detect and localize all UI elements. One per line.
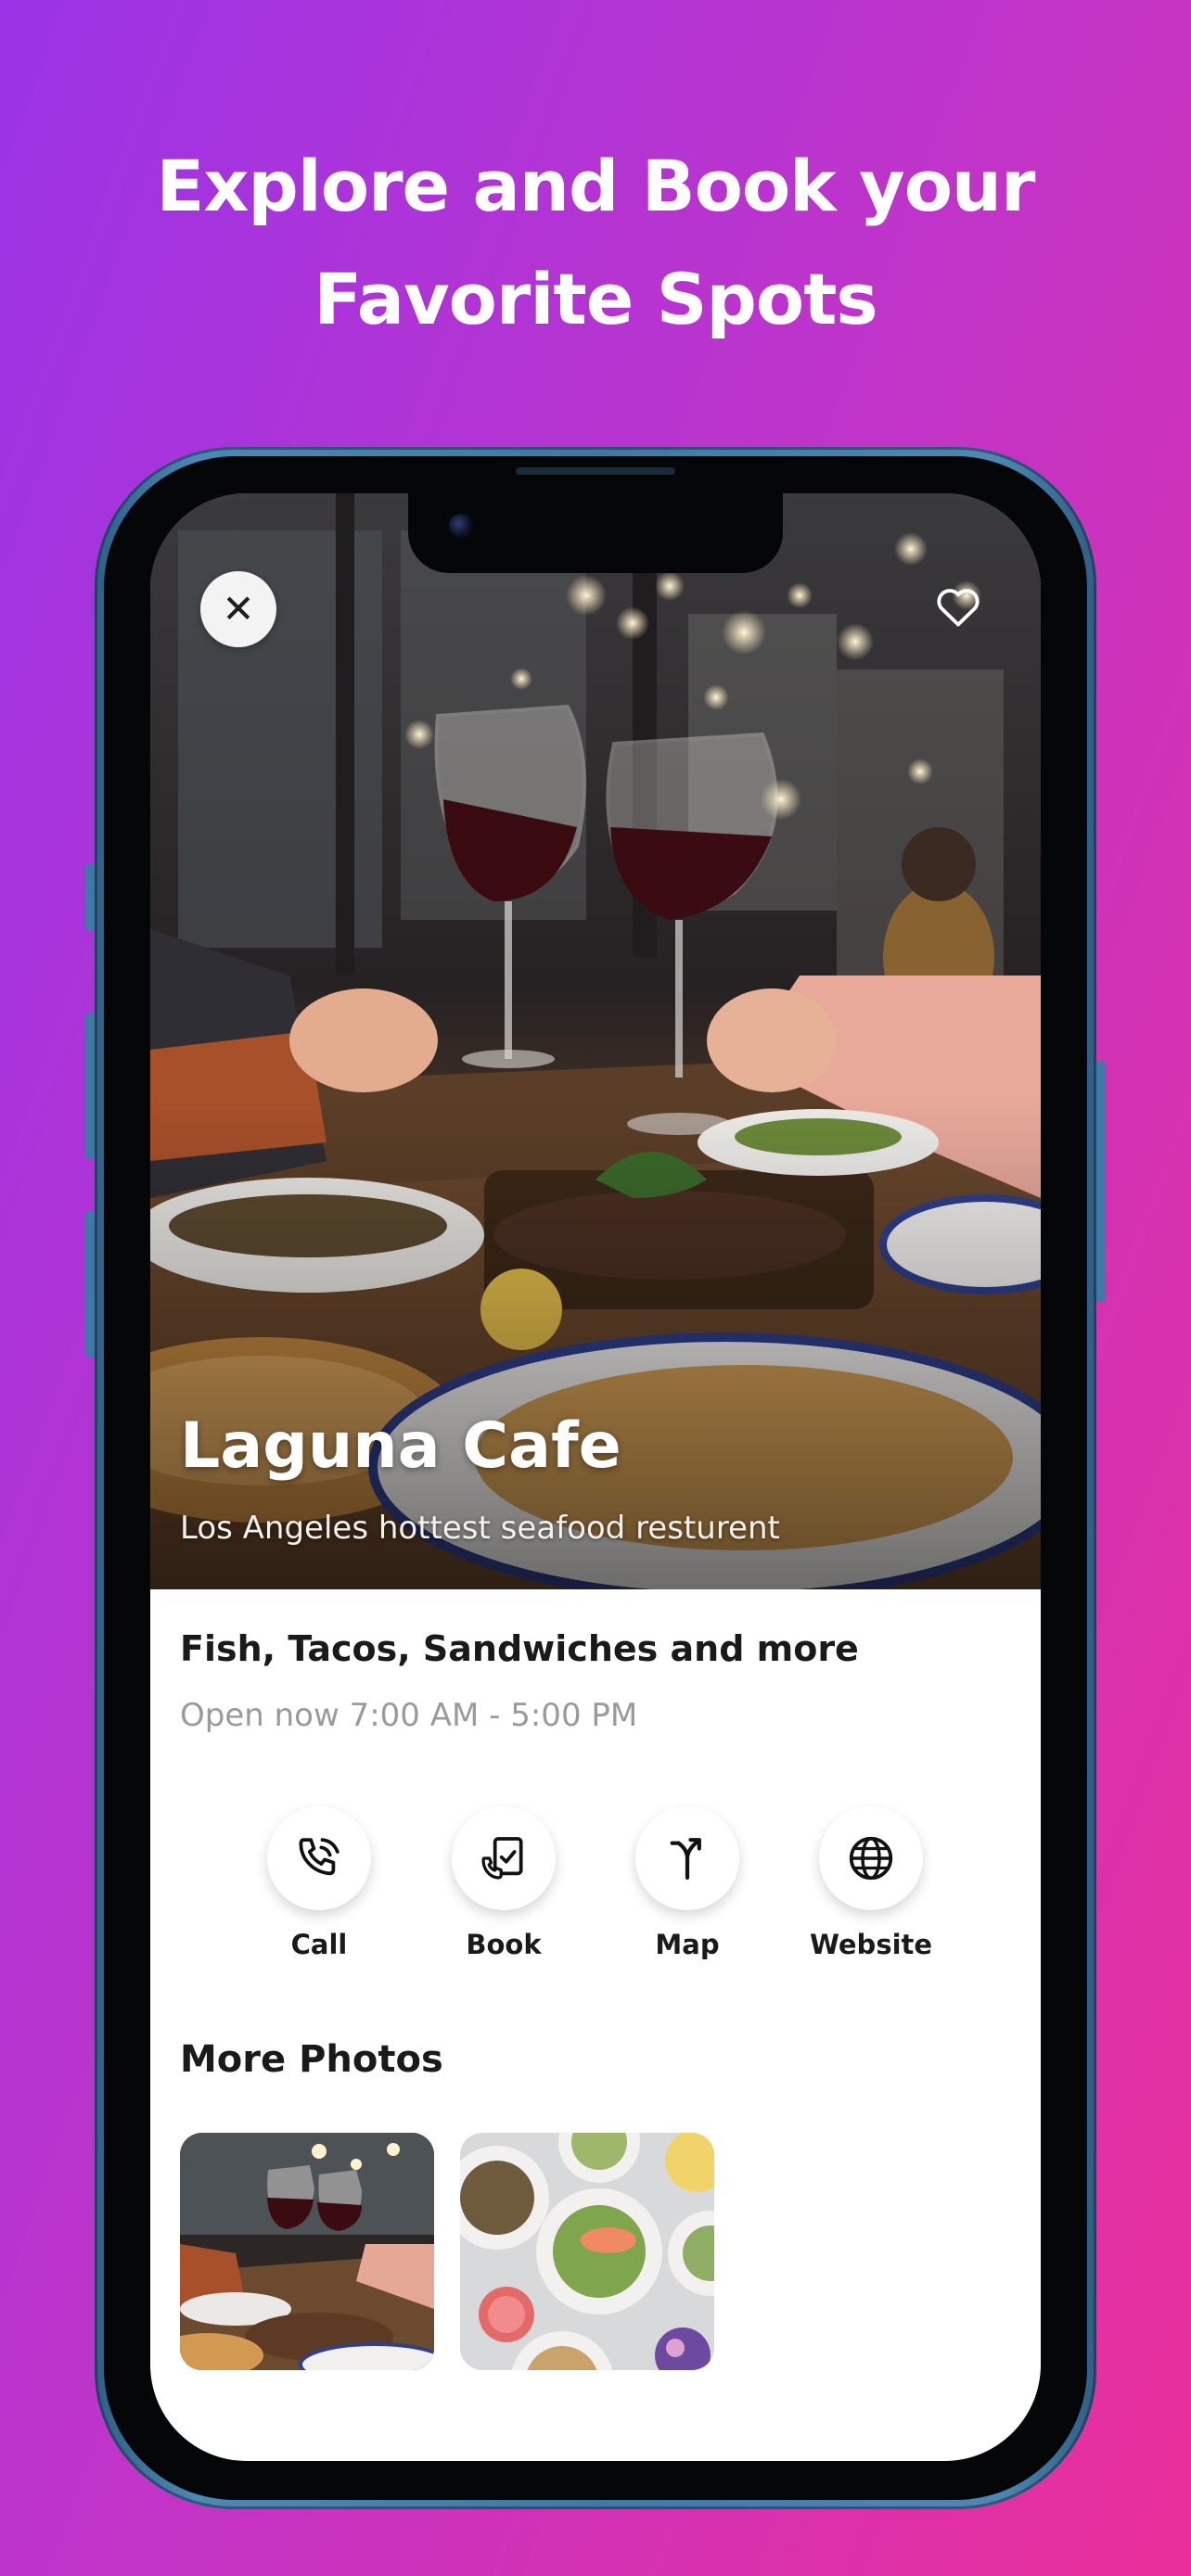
more-photos-heading: More Photos (180, 2038, 443, 2081)
phone-volume-up-button (85, 1013, 95, 1159)
phone-volume-down-button (85, 1211, 95, 1358)
promo-headline-line-1: Explore and Book your (156, 145, 1035, 227)
website-label: Website (809, 1929, 933, 1960)
restaurant-tagline: Los Angeles hottest seafood resturent (180, 1510, 780, 1547)
book-button-circle[interactable] (452, 1806, 556, 1910)
map-button-circle[interactable] (635, 1806, 739, 1910)
promo-headline-line-2: Favorite Spots (314, 258, 877, 340)
seafood-dishes-photo (460, 2133, 714, 2370)
phone-notch (408, 493, 783, 573)
phone-power-button (1096, 1061, 1106, 1302)
phone-speaker (516, 467, 675, 475)
opening-hours: Open now 7:00 AM - 5:00 PM (180, 1697, 638, 1734)
heart-outline-icon (937, 589, 980, 627)
call-button[interactable]: Call (240, 1806, 398, 1960)
wine-toast-photo (180, 2133, 434, 2370)
book-label: Book (466, 1929, 542, 1960)
close-icon: ✕ (222, 586, 255, 631)
cuisine-description: Fish, Tacos, Sandwiches and more (180, 1628, 859, 1669)
front-camera (449, 514, 473, 538)
restaurant-name: Laguna Cafe (180, 1409, 621, 1483)
book-button[interactable]: Book (425, 1806, 583, 1960)
call-label: Call (290, 1929, 348, 1960)
close-button[interactable]: ✕ (200, 571, 276, 647)
favorite-button[interactable] (931, 579, 985, 632)
book-checklist-icon (481, 1837, 523, 1880)
action-row: Call Book Map Website (150, 1806, 1041, 1983)
app-screen: ✕ Laguna Cafe Los Angeles hottest seafoo… (150, 493, 1041, 2461)
globe-icon (849, 1836, 893, 1881)
call-button-circle[interactable] (267, 1806, 371, 1910)
photo-thumbnail-1[interactable] (180, 2133, 434, 2370)
photo-thumbnail-2[interactable] (460, 2133, 714, 2370)
map-button[interactable]: Map (608, 1806, 766, 1960)
restaurant-hero-photo: ✕ Laguna Cafe Los Angeles hottest seafoo… (150, 493, 1041, 1589)
website-button[interactable]: Website (792, 1806, 950, 1960)
website-button-circle[interactable] (819, 1806, 923, 1910)
map-label: Map (655, 1929, 720, 1960)
promo-headline: Explore and Book your Favorite Spots (0, 130, 1191, 356)
phone-silent-switch (85, 864, 95, 931)
directions-icon (670, 1838, 701, 1881)
phone-call-icon (299, 1838, 339, 1876)
